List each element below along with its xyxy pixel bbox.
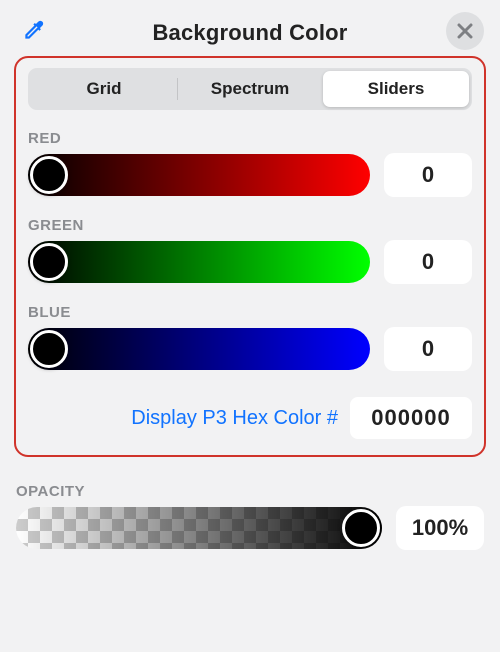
blue-slider-track[interactable] — [28, 328, 370, 370]
blue-value-field[interactable]: 0 — [384, 327, 472, 371]
header: Background Color — [14, 10, 486, 56]
channel-label: GREEN — [28, 217, 472, 234]
tab-label: Spectrum — [211, 79, 289, 99]
panel-title: Background Color — [152, 20, 347, 46]
hex-value-field[interactable]: 000000 — [350, 397, 472, 439]
hex-value: 000000 — [371, 405, 450, 431]
red-slider-knob[interactable] — [30, 156, 68, 194]
red-value: 0 — [422, 162, 434, 188]
close-button[interactable] — [446, 12, 484, 50]
blue-channel: BLUE 0 — [28, 304, 472, 371]
color-space-hex-button[interactable]: Display P3 Hex Color # — [131, 407, 338, 430]
tab-sliders[interactable]: Sliders — [323, 71, 469, 107]
opacity-label: OPACITY — [16, 483, 484, 500]
red-slider-track[interactable] — [28, 154, 370, 196]
tab-spectrum[interactable]: Spectrum — [177, 71, 323, 107]
green-slider-knob[interactable] — [30, 243, 68, 281]
tab-label: Grid — [87, 79, 122, 99]
sliders-highlight-box: Grid Spectrum Sliders RED 0 GREEN — [14, 56, 486, 457]
tab-label: Sliders — [368, 79, 425, 99]
opacity-value: 100% — [412, 515, 468, 541]
green-slider-track[interactable] — [28, 241, 370, 283]
picker-mode-segmented[interactable]: Grid Spectrum Sliders — [28, 68, 472, 110]
close-icon — [457, 23, 473, 39]
tab-grid[interactable]: Grid — [31, 71, 177, 107]
red-value-field[interactable]: 0 — [384, 153, 472, 197]
eyedropper-button[interactable] — [18, 14, 50, 46]
opacity-section: OPACITY 100% — [14, 483, 486, 550]
opacity-gradient — [16, 507, 382, 549]
eyedropper-icon — [21, 17, 47, 43]
opacity-value-field[interactable]: 100% — [396, 506, 484, 550]
green-value-field[interactable]: 0 — [384, 240, 472, 284]
opacity-slider-track[interactable] — [16, 507, 382, 549]
color-picker-panel: Background Color Grid Spectrum Sliders R… — [0, 0, 500, 550]
green-channel: GREEN 0 — [28, 217, 472, 284]
blue-slider-knob[interactable] — [30, 330, 68, 368]
blue-value: 0 — [422, 336, 434, 362]
channel-label: BLUE — [28, 304, 472, 321]
opacity-slider-knob[interactable] — [342, 509, 380, 547]
red-channel: RED 0 — [28, 130, 472, 197]
hex-row: Display P3 Hex Color # 000000 — [28, 397, 472, 439]
green-value: 0 — [422, 249, 434, 275]
channel-label: RED — [28, 130, 472, 147]
